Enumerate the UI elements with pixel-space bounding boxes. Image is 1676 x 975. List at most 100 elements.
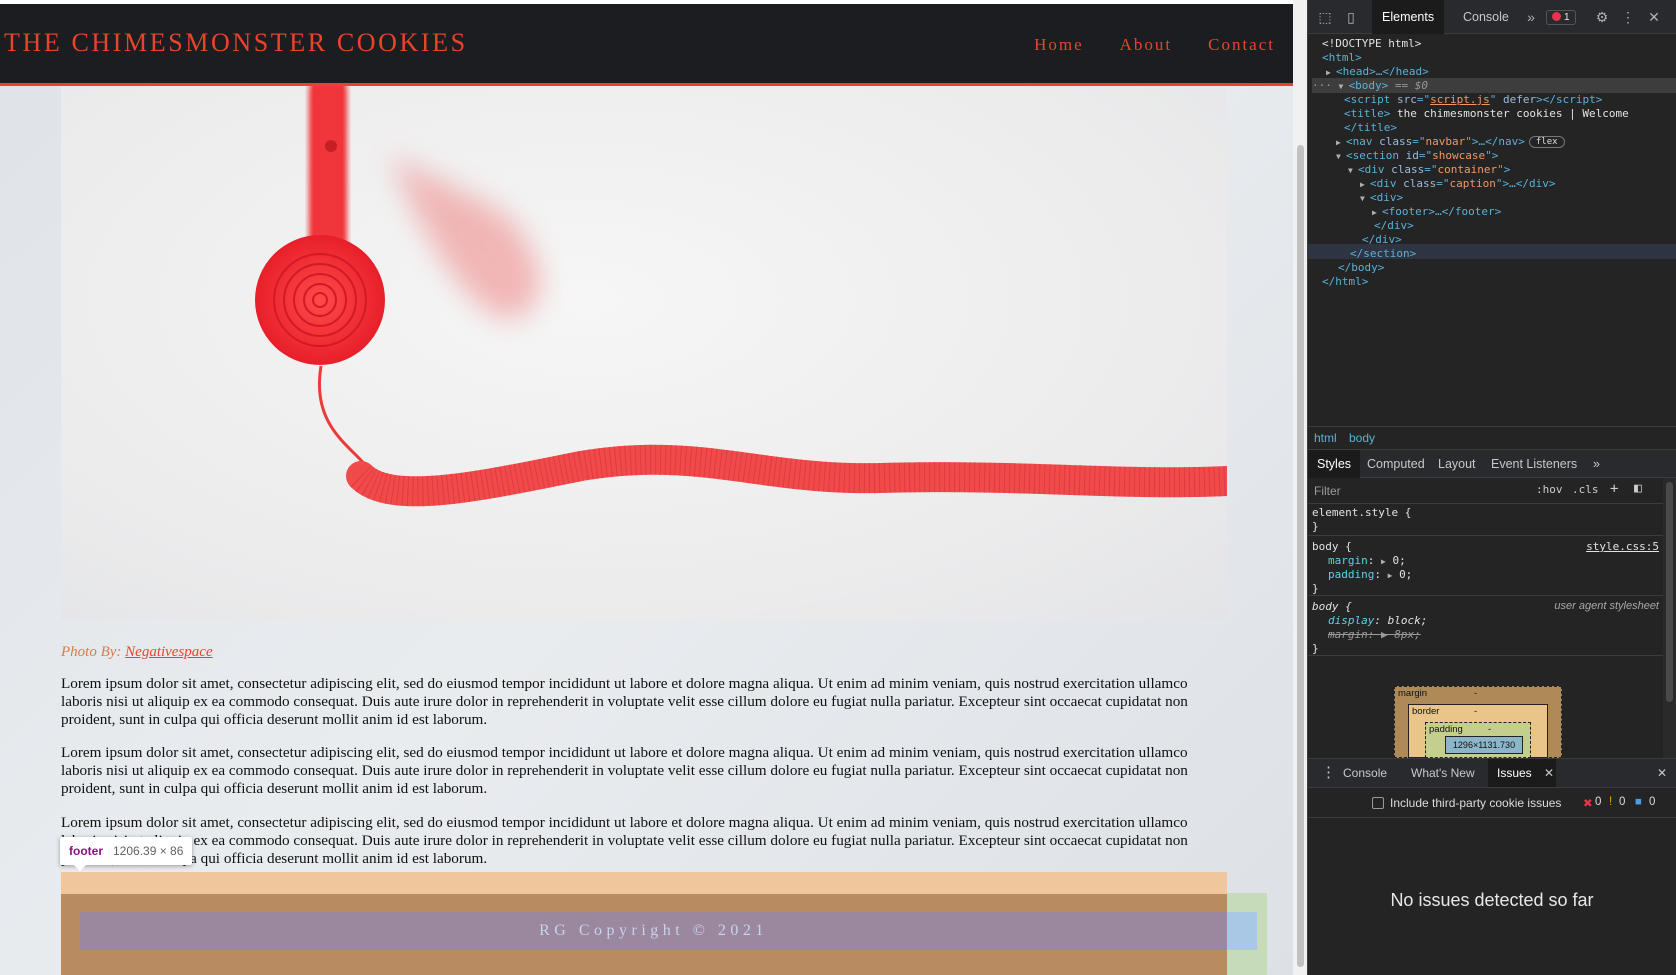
value-margin: 0;	[1392, 554, 1406, 567]
expand-triangle-icon[interactable]: ▶	[1388, 569, 1393, 583]
toggle-sidebar-icon[interactable]: ◧	[1634, 481, 1642, 496]
collapse-triangle-icon[interactable]: ▼	[1360, 191, 1370, 206]
nav-link-contact[interactable]: Contact	[1208, 35, 1275, 55]
drawer-tab-whats-new[interactable]: What's New	[1402, 759, 1484, 787]
breadcrumb-body[interactable]: body	[1349, 431, 1375, 445]
dom-script-defer: defer	[1502, 93, 1537, 106]
dom-body-close-text: </body>	[1338, 261, 1385, 274]
ellipsis-icon: ···	[1312, 79, 1339, 92]
double-chevron-icon[interactable]: »	[1584, 450, 1609, 478]
box-model-content[interactable]: 1296×1131.730	[1445, 736, 1523, 754]
tab-layout[interactable]: Layout	[1429, 450, 1485, 478]
dom-script-src-link[interactable]: script.js	[1430, 93, 1490, 106]
styles-filter-input[interactable]	[1312, 481, 1528, 501]
close-icon[interactable]: ✕	[1645, 8, 1663, 26]
rule-body-selector[interactable]: body {	[1312, 540, 1352, 554]
prop-padding: padding	[1328, 568, 1375, 581]
photo-credit-link[interactable]: Negativespace	[125, 644, 212, 660]
rule-source-link[interactable]: style.css:5	[1586, 540, 1659, 553]
rule-ua-margin-decl: margin: ▶ 8px;	[1328, 628, 1421, 641]
close-issues-tab-icon[interactable]: ✕	[1540, 759, 1558, 787]
hov-button[interactable]: :hov	[1536, 483, 1563, 496]
dom-html-close-text: </html>	[1322, 275, 1369, 288]
dom-html-open-text: <html>	[1322, 51, 1362, 64]
box-model-border-value: -	[1474, 706, 1478, 717]
footer-content: RG Copyright © 2021	[80, 912, 1227, 950]
footer-content-overlay-right	[1227, 912, 1257, 950]
dom-footer[interactable]: ▶ <footer>…</footer>	[1372, 204, 1501, 219]
inspect-tooltip: footer 1206.39 × 86	[60, 837, 193, 871]
dom-title[interactable]: <title> the chimesmonster cookies | Welc…	[1344, 106, 1629, 121]
tab-elements[interactable]: Elements	[1372, 0, 1445, 34]
gear-icon[interactable]: ⚙	[1593, 8, 1611, 26]
collapse-triangle-icon[interactable]: ▼	[1348, 163, 1358, 178]
flex-badge[interactable]: flex	[1528, 136, 1565, 148]
third-party-checkbox[interactable]	[1372, 797, 1384, 809]
double-chevron-icon[interactable]: »	[1522, 8, 1540, 26]
value-padding: 0;	[1399, 568, 1413, 581]
issues-toolbar: Include third-party cookie issues ✖ 0 ! …	[1308, 788, 1676, 818]
prop-display: display	[1328, 614, 1375, 627]
rule-display-decl: display: block;	[1328, 614, 1428, 627]
dom-doctype[interactable]: <!DOCTYPE html>	[1322, 36, 1421, 51]
dom-container[interactable]: ▼ <div class="container">	[1348, 162, 1510, 177]
collapse-triangle-icon[interactable]: ▼	[1336, 149, 1346, 164]
dom-html-open[interactable]: <html>	[1322, 50, 1362, 65]
styles-scrollbar-thumb[interactable]	[1666, 482, 1673, 702]
rule-margin-decl[interactable]: margin: ▶ 0;	[1328, 554, 1406, 568]
dom-section[interactable]: ▼ <section id="showcase">	[1336, 148, 1498, 163]
brand-title: THE CHIMESMONSTER COOKIES	[4, 28, 468, 57]
dom-doctype-text: <!DOCTYPE html>	[1322, 37, 1422, 50]
tab-styles[interactable]: Styles	[1308, 450, 1361, 478]
dom-div[interactable]: ▼ <div>	[1360, 190, 1403, 205]
expand-triangle-icon[interactable]: ▶	[1381, 555, 1386, 569]
cls-button[interactable]: .cls	[1572, 483, 1599, 496]
error-icon: ✖	[1583, 798, 1593, 810]
rule-close-brace: }	[1312, 582, 1319, 595]
dom-html-close[interactable]: </html>	[1322, 274, 1368, 289]
drawer-tab-console[interactable]: Console	[1334, 759, 1396, 787]
red-telephone-illustration	[255, 86, 1227, 507]
paragraph-1: Lorem ipsum dolor sit amet, consectetur …	[61, 675, 1188, 728]
dom-div-close[interactable]: </div>	[1374, 218, 1414, 233]
dom-body-close[interactable]: </body>	[1338, 260, 1384, 275]
nav-links: Home About Contact	[998, 35, 1275, 55]
add-rule-icon[interactable]: +	[1610, 481, 1618, 497]
box-model-diagram: margin - border - padding - 1296×1131.73…	[1308, 670, 1663, 758]
value-display: block;	[1387, 614, 1428, 627]
dom-container-close-text: </div>	[1362, 233, 1402, 246]
tab-computed[interactable]: Computed	[1358, 450, 1434, 478]
inspect-element-icon[interactable]: ⬚	[1316, 8, 1334, 26]
kebab-menu-icon[interactable]: ⋮	[1619, 8, 1637, 26]
dom-nav[interactable]: ▶ <nav class="navbar">…</nav> flex	[1336, 134, 1565, 149]
prop-margin: margin	[1328, 554, 1368, 567]
dom-section-id: showcase	[1432, 149, 1486, 162]
rule-element-style-selector[interactable]: element.style {	[1312, 506, 1411, 520]
dom-container-close[interactable]: </div>	[1362, 232, 1402, 247]
error-count-badge[interactable]: 1	[1546, 10, 1576, 25]
device-toggle-icon[interactable]: ▯	[1342, 8, 1360, 26]
paragraph-3: Lorem ipsum dolor sit amet, consectetur …	[61, 814, 1188, 867]
tooltip-arrow	[74, 865, 86, 871]
nav-link-about[interactable]: About	[1120, 35, 1173, 55]
breadcrumb-html[interactable]: html	[1314, 431, 1337, 445]
rule-body-stylesheet: body { style.css:5 margin: ▶ 0; padding:…	[1308, 536, 1663, 596]
dom-title-close[interactable]: </title>	[1344, 120, 1397, 135]
dom-section-close[interactable]: </section>	[1350, 246, 1416, 261]
dom-body-open-text: <body>	[1348, 79, 1389, 92]
box-model-padding-label: padding	[1429, 724, 1463, 735]
dom-body-open[interactable]: ··· ▼ <body> == $0	[1312, 78, 1676, 93]
paragraph-2: Lorem ipsum dolor sit amet, consectetur …	[61, 744, 1188, 797]
tab-event-listeners[interactable]: Event Listeners	[1482, 450, 1586, 478]
dom-head-text: <head>…</head>	[1336, 65, 1429, 78]
rule-close-brace: }	[1312, 642, 1319, 655]
dom-caption[interactable]: ▶ <div class="caption">…</div>	[1360, 176, 1555, 191]
dom-head[interactable]: ▶ <head>…</head>	[1326, 64, 1429, 79]
close-drawer-icon[interactable]: ✕	[1648, 759, 1676, 787]
page-scrollbar-thumb[interactable]	[1297, 145, 1304, 967]
tab-console[interactable]: Console	[1453, 0, 1519, 34]
dom-script[interactable]: <script src="script.js" defer></script>	[1344, 92, 1602, 107]
nav-link-home[interactable]: Home	[1034, 35, 1084, 55]
rule-padding-decl[interactable]: padding: ▶ 0;	[1328, 568, 1412, 582]
dom-title-text: the chimesmonster cookies | Welcome	[1396, 107, 1629, 120]
